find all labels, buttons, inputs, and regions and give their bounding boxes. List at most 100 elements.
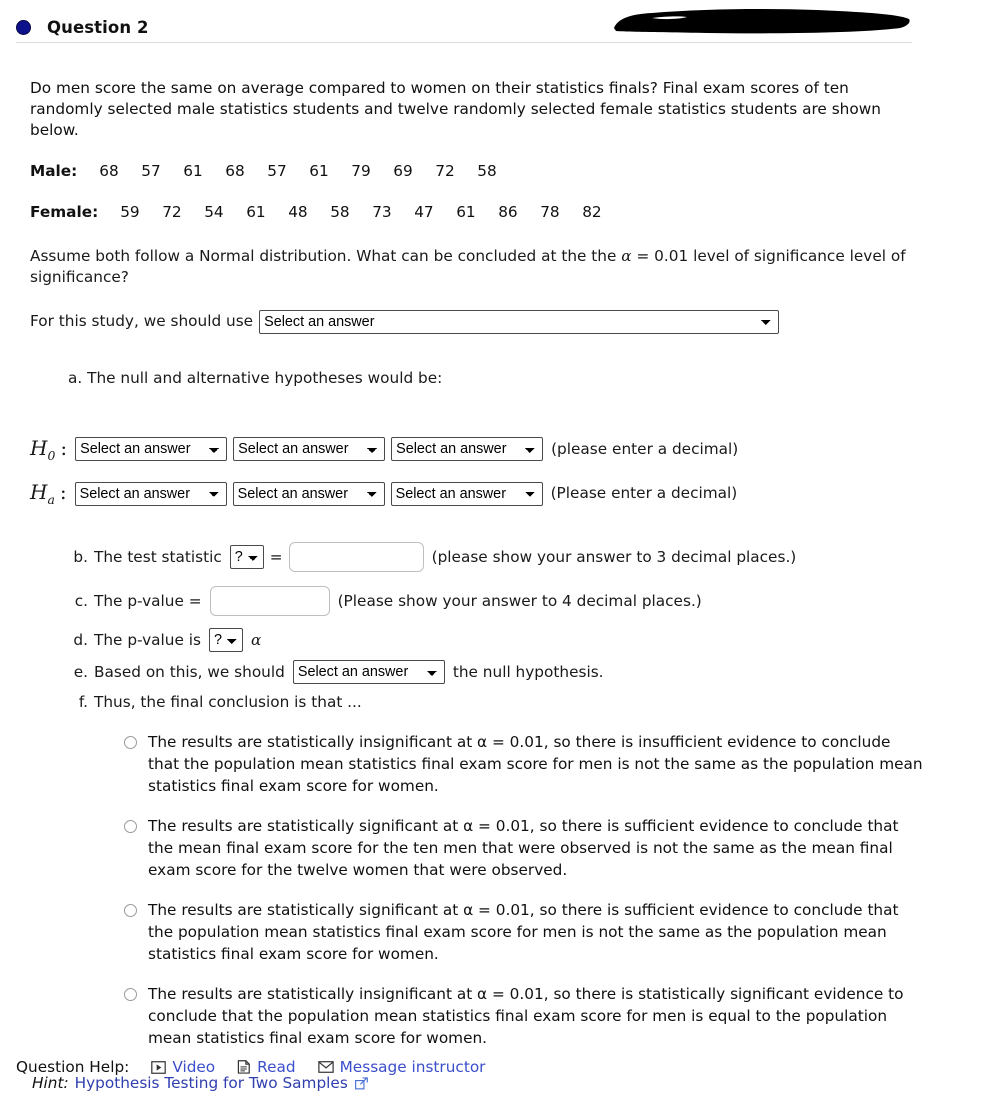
question-help-label: Question Help:: [16, 1058, 130, 1076]
female-value: 48: [288, 203, 308, 222]
female-value: 72: [162, 203, 182, 222]
radio-button-icon[interactable]: [124, 988, 137, 1002]
conclusion-option-label: The results are statistically insignific…: [148, 733, 923, 796]
read-icon: [237, 1060, 251, 1074]
hint-row: Hint: Hypothesis Testing for Two Samples: [32, 1073, 976, 1094]
step-c-marker: c.: [74, 591, 88, 610]
alternative-hypothesis-symbol: Ha:: [30, 479, 67, 507]
alternative-hypothesis-select-2[interactable]: Select an answer: [232, 481, 385, 506]
null-hypothesis-select-2[interactable]: Select an answer: [233, 437, 386, 462]
test-statistic-input[interactable]: [288, 542, 424, 573]
decision-select[interactable]: Select an answer: [292, 660, 445, 685]
assume-text-before: Assume both follow a Normal distribution…: [30, 246, 622, 265]
male-value: 72: [435, 162, 455, 181]
male-value: 58: [477, 162, 497, 181]
step-e-row: e. Based on this, we should Select an an…: [68, 660, 976, 685]
step-d-row: d. The p-value is ? α: [68, 628, 976, 653]
item-a-text: a. The null and alternative hypotheses w…: [68, 368, 443, 387]
male-data-row: Male: 68 57 61 68 57 61 79 69 72 58: [30, 161, 976, 182]
question-help-message-instructor[interactable]: Message instructor: [317, 1058, 486, 1076]
alpha-symbol: α: [251, 630, 262, 649]
female-data-row: Female: 59 72 54 61 48 58 73 47 61 86 78 82: [30, 202, 976, 223]
step-e-label-before: Based on this, we should: [94, 662, 285, 681]
significance-level-text: Assume both follow a Normal distribution…: [30, 246, 920, 288]
conclusion-option-label: The results are statistically significan…: [148, 817, 899, 880]
female-value: 82: [582, 203, 602, 222]
female-value: 86: [498, 203, 518, 222]
p-value-comparison-select[interactable]: ?: [209, 628, 243, 653]
conclusion-option[interactable]: The results are statistically insignific…: [124, 983, 924, 1049]
male-value: 61: [183, 162, 203, 181]
hint-label: Hint:: [32, 1074, 69, 1093]
question-help-read[interactable]: Read: [237, 1058, 296, 1076]
study-label: For this study, we should use: [30, 312, 254, 331]
step-d-marker: d.: [73, 630, 88, 649]
message-instructor-link[interactable]: Message instructor: [340, 1058, 486, 1076]
redaction-scribble: [614, 9, 910, 34]
male-value: 79: [351, 162, 371, 181]
video-icon: [151, 1060, 167, 1074]
alternative-hypothesis-select-3[interactable]: Select an answer: [390, 481, 543, 506]
female-value: 61: [246, 203, 266, 222]
envelope-icon: [317, 1061, 334, 1073]
null-hypothesis-select-3[interactable]: Select an answer: [391, 437, 544, 462]
conclusion-options-group: The results are statistically insignific…: [124, 731, 976, 1049]
question-prompt-paragraph: Do men score the same on average compare…: [30, 79, 881, 140]
alpha-symbol: α: [621, 246, 632, 265]
male-value: 68: [99, 162, 119, 181]
question-help-video[interactable]: Video: [151, 1058, 215, 1076]
female-value: 59: [120, 203, 140, 222]
step-f-marker: f.: [78, 693, 88, 712]
male-value: 69: [393, 162, 413, 181]
conclusion-option[interactable]: The results are statistically insignific…: [124, 731, 924, 797]
question-header: Question 2: [0, 0, 992, 44]
step-e-marker: e.: [73, 662, 88, 681]
steps-list: b. The test statistic ? = (please show y…: [68, 542, 976, 713]
radio-button-icon[interactable]: [124, 820, 137, 834]
null-hypothesis-note: (please enter a decimal): [551, 439, 739, 458]
male-value: 57: [141, 162, 161, 181]
alternative-hypothesis-row: Ha: Select an answer Select an answer Se…: [30, 479, 976, 508]
step-b-row: b. The test statistic ? = (please show y…: [68, 542, 976, 573]
male-value: 68: [225, 162, 245, 181]
read-link[interactable]: Read: [257, 1058, 295, 1076]
step-c-label: The p-value =: [94, 591, 202, 610]
radio-button-icon[interactable]: [124, 736, 137, 750]
null-hypothesis-select-1[interactable]: Select an answer: [75, 437, 228, 462]
p-value-input[interactable]: [209, 586, 330, 617]
header-divider: [16, 42, 912, 43]
null-hypothesis-row: H0: Select an answer Select an answer Se…: [30, 435, 976, 464]
conclusion-option-label: The results are statistically insignific…: [148, 985, 904, 1048]
female-value: 47: [414, 203, 434, 222]
study-test-row: For this study, we should use Select an …: [30, 309, 976, 334]
step-c-row: c. The p-value = (Please show your answe…: [68, 586, 976, 617]
conclusion-option[interactable]: The results are statistically significan…: [124, 815, 924, 881]
radio-button-icon[interactable]: [124, 904, 137, 918]
conclusion-option[interactable]: The results are statistically significan…: [124, 899, 924, 965]
step-b-marker: b.: [73, 547, 88, 566]
male-label: Male:: [30, 162, 78, 181]
null-hypothesis-symbol: H0:: [30, 435, 68, 463]
video-link[interactable]: Video: [172, 1058, 215, 1076]
question-help-bar: Question Help: Video Read Message instru…: [16, 1058, 507, 1076]
step-b-equals: =: [269, 547, 283, 566]
page-title: Question 2: [47, 17, 149, 37]
question-status-bullet-icon: [16, 19, 31, 35]
study-test-select[interactable]: Select an answer: [259, 309, 780, 334]
male-value: 61: [309, 162, 329, 181]
step-e-label-after: the null hypothesis.: [452, 662, 604, 681]
female-value: 78: [540, 203, 560, 222]
step-d-label: The p-value is: [94, 630, 201, 649]
female-value: 58: [330, 203, 350, 222]
step-f-label: Thus, the final conclusion is that ...: [94, 693, 362, 712]
alternative-hypothesis-note: (Please enter a decimal): [550, 483, 738, 502]
step-b-note: (please show your answer to 3 decimal pl…: [431, 547, 797, 566]
conclusion-option-label: The results are statistically significan…: [148, 901, 899, 964]
step-b-label: The test statistic: [94, 547, 222, 566]
question-body: Do men score the same on average compare…: [0, 78, 992, 1095]
alternative-hypothesis-select-1[interactable]: Select an answer: [74, 481, 227, 506]
test-statistic-type-select[interactable]: ?: [229, 545, 264, 570]
hint-link[interactable]: Hypothesis Testing for Two Samples: [75, 1073, 348, 1094]
step-f-row: f. Thus, the final conclusion is that ..…: [68, 692, 976, 713]
female-label: Female:: [30, 203, 99, 222]
